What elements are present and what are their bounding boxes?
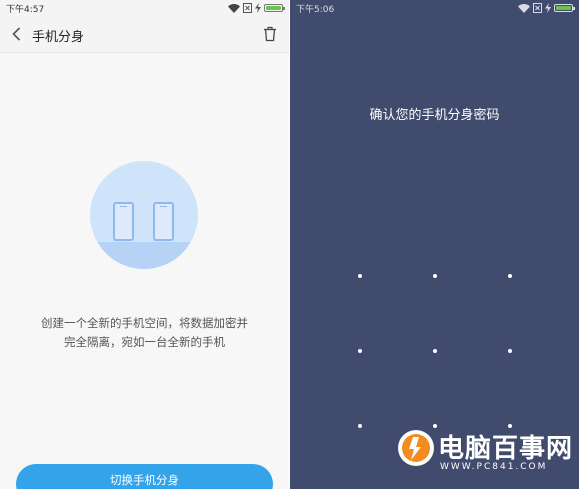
pattern-dot[interactable] (433, 274, 437, 278)
phone-icon (113, 202, 134, 241)
status-time: 下午4:57 (6, 5, 45, 15)
battery-level (266, 6, 281, 10)
pattern-dot[interactable] (358, 349, 362, 353)
watermark-brand: 电脑百事网 (438, 434, 574, 464)
confirm-password-screen: 下午5:06 确认您的手机分身密码 (290, 0, 579, 489)
charging-bolt-icon (255, 3, 261, 13)
watermark-url: WWW.PC841.COM (440, 462, 548, 472)
charging-bolt-icon (545, 3, 551, 13)
chevron-left-icon[interactable] (8, 26, 24, 42)
wifi-icon (228, 3, 240, 13)
battery-icon (554, 4, 575, 12)
pattern-dot[interactable] (508, 349, 512, 353)
status-icons (228, 3, 285, 13)
title-bar: 手机分身 (0, 16, 289, 53)
description-line: 创建一个全新的手机空间，将数据加密并 (41, 316, 248, 330)
status-bar: 下午5:06 (290, 0, 579, 16)
watermark: 电脑百事网 WWW.PC841.COM (396, 422, 579, 489)
sim-card-icon (533, 3, 542, 13)
switch-clone-button[interactable]: 切换手机分身 (16, 464, 273, 489)
two-phones-illustration (90, 161, 198, 269)
trash-icon[interactable] (263, 26, 277, 42)
phone-icon (153, 202, 174, 241)
description-line: 完全隔离，宛如一台全新的手机 (64, 335, 225, 349)
pattern-dot[interactable] (358, 274, 362, 278)
status-icons (518, 3, 575, 13)
pattern-dot[interactable] (358, 424, 362, 428)
wifi-icon (518, 3, 530, 13)
screenshot-root: 下午4:57 手机分身 创建一个全新的手机空间，将数据加密并 完全隔离，宛如一台… (0, 0, 579, 489)
status-time: 下午5:06 (296, 5, 335, 15)
battery-icon (264, 4, 285, 12)
pattern-dot[interactable] (433, 349, 437, 353)
pattern-dot[interactable] (508, 274, 512, 278)
status-bar: 下午4:57 (0, 0, 289, 16)
battery-level (556, 6, 571, 10)
pc841-logo-icon (396, 428, 436, 468)
feature-description: 创建一个全新的手机空间，将数据加密并 完全隔离，宛如一台全新的手机 (0, 314, 289, 352)
sim-card-icon (243, 3, 252, 13)
phone-clone-intro-screen: 下午4:57 手机分身 创建一个全新的手机空间，将数据加密并 完全隔离，宛如一台… (0, 0, 289, 489)
confirm-password-prompt: 确认您的手机分身密码 (369, 108, 500, 123)
page-title: 手机分身 (32, 30, 85, 45)
illustration-floor (90, 242, 198, 269)
